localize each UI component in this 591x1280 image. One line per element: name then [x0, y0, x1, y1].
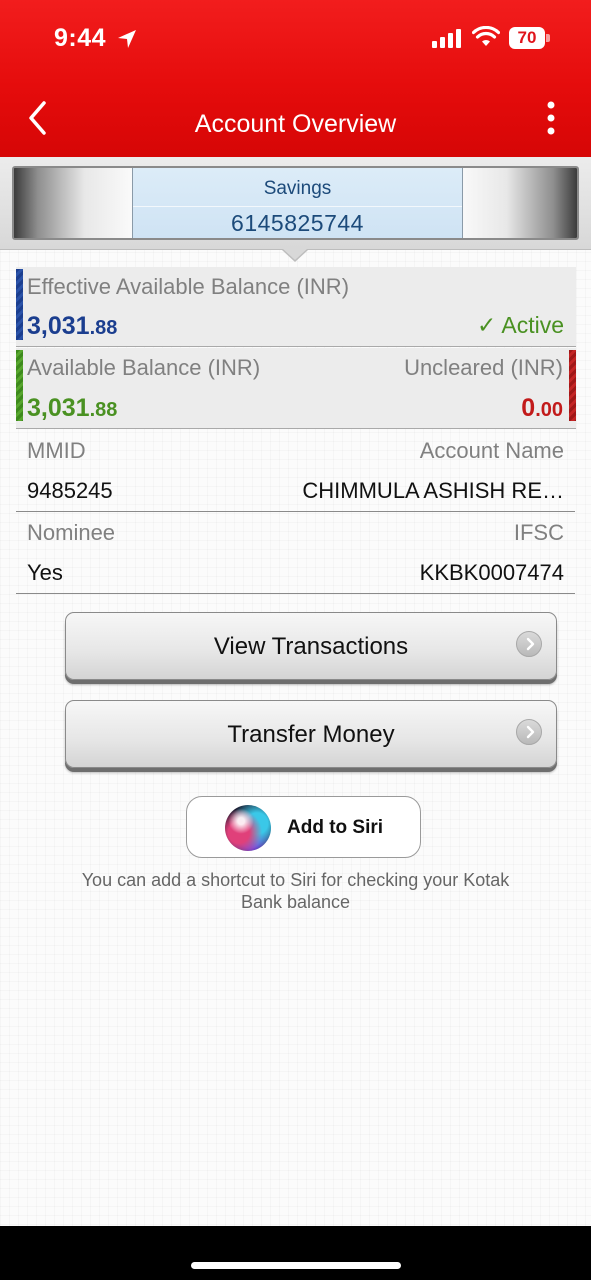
- mmid-value: 9485245: [27, 478, 113, 503]
- signal-icon: [432, 29, 461, 48]
- siri-icon: [225, 805, 271, 851]
- effective-balance-whole: 3,031: [27, 312, 90, 340]
- available-balance-label: Available Balance (INR): [27, 355, 261, 380]
- status-time: 9:44: [54, 24, 107, 52]
- chevron-right-icon: [516, 631, 542, 657]
- account-name-value: CHIMMULA ASHISH RE…: [302, 478, 564, 503]
- nominee-value: Yes: [27, 560, 63, 585]
- mmid-label: MMID: [27, 438, 86, 463]
- chevron-right-icon: [516, 719, 542, 745]
- transfer-money-label: Transfer Money: [227, 721, 395, 748]
- nominee-ifsc-row: Nominee IFSC Yes KKBK0007474: [16, 512, 575, 594]
- selected-account[interactable]: Savings 6145825744: [132, 168, 463, 238]
- mmid-account-name-row: MMID Account Name 9485245 CHIMMULA ASHIS…: [16, 430, 575, 512]
- more-vertical-icon[interactable]: [538, 100, 564, 136]
- effective-balance-decimal: .88: [89, 317, 118, 339]
- header-bar: 9:44 70 Account Overview: [0, 0, 591, 157]
- picker-left-shade: [14, 168, 132, 238]
- siri-hint-text: You can add a shortcut to Siri for check…: [81, 870, 510, 912]
- transfer-money-button[interactable]: Transfer Money: [65, 700, 557, 768]
- picker-pointer: [283, 249, 307, 260]
- blue-indicator-bar: [16, 269, 23, 340]
- uncleared-amount: 0.00: [521, 394, 563, 423]
- account-status: ✓ Active: [476, 312, 564, 338]
- add-to-siri-label: Add to Siri: [287, 817, 384, 838]
- uncleared-whole: 0: [521, 394, 536, 422]
- home-bar: [0, 1226, 591, 1280]
- nominee-label: Nominee: [27, 520, 116, 545]
- picker-right-shade: [459, 168, 577, 238]
- account-name-label: Account Name: [419, 438, 564, 463]
- effective-balance-label: Effective Available Balance (INR): [27, 274, 350, 299]
- red-indicator-bar: [569, 350, 576, 421]
- uncleared-label: Uncleared (INR): [404, 355, 563, 380]
- battery-icon: 70: [509, 27, 545, 49]
- account-number: 6145825744: [231, 210, 364, 236]
- wifi-icon: [472, 26, 500, 46]
- page-title: Account Overview: [194, 110, 397, 138]
- ifsc-label: IFSC: [513, 520, 564, 545]
- account-selector-band: Savings 6145825744: [0, 157, 591, 250]
- effective-balance-amount: 3,031.88: [27, 312, 117, 341]
- home-indicator[interactable]: [191, 1262, 401, 1269]
- available-balance-decimal: .88: [89, 399, 118, 421]
- effective-balance-card: Effective Available Balance (INR) 3,031.…: [16, 267, 576, 347]
- picker-divider: [133, 206, 462, 207]
- account-picker[interactable]: Savings 6145825744: [12, 166, 579, 240]
- available-balance-whole: 3,031: [27, 394, 90, 422]
- battery-tip: [546, 34, 550, 42]
- view-transactions-button[interactable]: View Transactions: [65, 612, 557, 680]
- account-type: Savings: [263, 178, 332, 199]
- ifsc-value: KKBK0007474: [419, 560, 564, 585]
- uncleared-decimal: .00: [535, 399, 563, 421]
- green-indicator-bar: [16, 350, 23, 421]
- available-balance-amount: 3,031.88: [27, 394, 117, 423]
- add-to-siri-button[interactable]: Add to Siri: [186, 796, 421, 858]
- view-transactions-label: View Transactions: [213, 633, 409, 660]
- available-balance-card: Available Balance (INR) 3,031.88 Unclear…: [16, 348, 576, 429]
- location-arrow-icon: [118, 30, 136, 48]
